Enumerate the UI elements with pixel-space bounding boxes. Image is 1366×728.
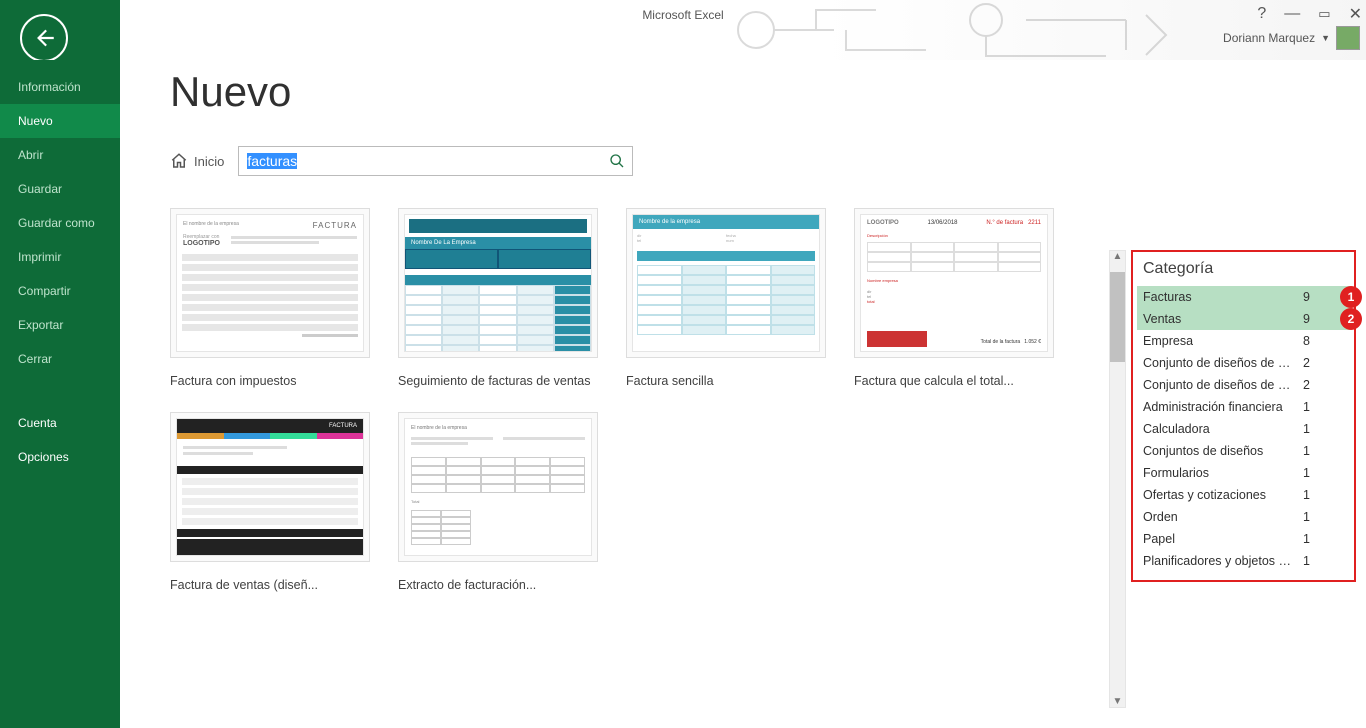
template-thumbnail[interactable]: Nombre de la empresadirtelfechanum: [626, 208, 826, 358]
category-count: 9: [1303, 312, 1310, 326]
category-name: Ofertas y cotizaciones: [1143, 488, 1266, 502]
home-label: Inicio: [194, 154, 224, 169]
template-caption: Factura con impuestos: [170, 374, 380, 388]
category-item[interactable]: Conjuntos de diseños 1: [1137, 440, 1350, 462]
search-box: [238, 146, 633, 176]
gallery-scrollbar[interactable]: ▲ ▼: [1109, 250, 1126, 708]
template-thumbnail[interactable]: LOGOTIPO13/06/2018N.° de factura 2211Des…: [854, 208, 1054, 358]
category-count: 1: [1303, 466, 1310, 480]
category-name: Facturas: [1143, 290, 1192, 304]
page-title: Nuevo: [170, 68, 1366, 116]
category-count: 1: [1303, 444, 1310, 458]
sidebar-item-options[interactable]: Opciones: [0, 440, 120, 474]
category-item[interactable]: Calculadora 1: [1137, 418, 1350, 440]
category-item[interactable]: Empresa 8: [1137, 330, 1350, 352]
category-count: 1: [1303, 510, 1310, 524]
category-name: Conjunto de diseños de deg...: [1143, 378, 1293, 392]
category-count: 9: [1303, 290, 1310, 304]
category-item[interactable]: Facturas91: [1137, 286, 1350, 308]
category-count: 1: [1303, 554, 1310, 568]
template-card[interactable]: FACTURA Factura de ventas (diseñ...: [170, 412, 380, 592]
category-count: 1: [1303, 532, 1310, 546]
sidebar-item-close[interactable]: Cerrar: [0, 342, 120, 376]
avatar[interactable]: [1336, 26, 1360, 50]
template-caption: Extracto de facturación...: [398, 578, 608, 592]
category-count: 1: [1303, 400, 1310, 414]
category-count: 2: [1303, 378, 1310, 392]
user-dropdown-icon[interactable]: ▼: [1321, 33, 1330, 43]
category-name: Empresa: [1143, 334, 1193, 348]
category-item[interactable]: Ofertas y cotizaciones 1: [1137, 484, 1350, 506]
help-icon[interactable]: ?: [1257, 5, 1266, 23]
category-name: Ventas: [1143, 312, 1181, 326]
sidebar-item-share[interactable]: Compartir: [0, 274, 120, 308]
template-caption: Factura de ventas (diseñ...: [170, 578, 380, 592]
search-input[interactable]: [247, 153, 606, 169]
category-name: Administración financiera: [1143, 400, 1283, 414]
category-item[interactable]: Conjunto de diseños de deg... 2: [1137, 374, 1350, 396]
category-count: 1: [1303, 422, 1310, 436]
sidebar-item-save[interactable]: Guardar: [0, 172, 120, 206]
home-breadcrumb[interactable]: Inicio: [170, 152, 224, 170]
decorative-circuit: [726, 0, 1246, 60]
template-thumbnail[interactable]: El nombre de la empresaTotal: [398, 412, 598, 562]
template-caption: Factura que calcula el total...: [854, 374, 1064, 388]
category-item[interactable]: Conjunto de diseños de deg... 2: [1137, 352, 1350, 374]
template-card[interactable]: Nombre de la empresadirtelfechanum Factur…: [626, 208, 836, 388]
template-card[interactable]: Nombre De La Empresa Seguimiento de factu…: [398, 208, 608, 388]
minimize-icon[interactable]: —: [1284, 5, 1300, 23]
category-count: 2: [1303, 356, 1310, 370]
category-count: 1: [1303, 488, 1310, 502]
category-item[interactable]: Planificadores y objetos de... 1: [1137, 550, 1350, 572]
category-name: Formularios: [1143, 466, 1209, 480]
annotation-badge: 2: [1340, 308, 1362, 330]
close-icon[interactable]: ✕: [1349, 4, 1362, 24]
category-count: 8: [1303, 334, 1310, 348]
template-caption: Seguimiento de facturas de ventas: [398, 374, 608, 388]
user-name[interactable]: Doriann Marquez: [1223, 31, 1315, 45]
app-title: Microsoft Excel: [0, 8, 1366, 22]
template-thumbnail[interactable]: Nombre De La Empresa: [398, 208, 598, 358]
sidebar-item-info[interactable]: Información: [0, 70, 120, 104]
category-item[interactable]: Orden 1: [1137, 506, 1350, 528]
category-name: Planificadores y objetos de...: [1143, 554, 1293, 568]
category-item[interactable]: Papel 1: [1137, 528, 1350, 550]
search-icon: [609, 153, 625, 169]
category-name: Conjuntos de diseños: [1143, 444, 1263, 458]
template-card[interactable]: LOGOTIPO13/06/2018N.° de factura 2211Des…: [854, 208, 1064, 388]
category-item[interactable]: Formularios 1: [1137, 462, 1350, 484]
category-name: Papel: [1143, 532, 1175, 546]
template-caption: Factura sencilla: [626, 374, 836, 388]
back-button[interactable]: [20, 14, 68, 62]
category-item[interactable]: Ventas92: [1137, 308, 1350, 330]
category-item[interactable]: Administración financiera 1: [1137, 396, 1350, 418]
sidebar-item-open[interactable]: Abrir: [0, 138, 120, 172]
scroll-up-icon[interactable]: ▲: [1110, 251, 1125, 262]
category-title: Categoría: [1137, 256, 1350, 286]
template-card[interactable]: El nombre de la empresaFACTURAReemplazar…: [170, 208, 380, 388]
search-button[interactable]: [606, 150, 628, 172]
category-name: Orden: [1143, 510, 1178, 524]
sidebar: InformaciónNuevoAbrirGuardarGuardar como…: [0, 60, 120, 728]
scrollbar-thumb[interactable]: [1110, 272, 1125, 362]
sidebar-item-print[interactable]: Imprimir: [0, 240, 120, 274]
sidebar-item-new[interactable]: Nuevo: [0, 104, 120, 138]
annotation-badge: 1: [1340, 286, 1362, 308]
scroll-down-icon[interactable]: ▼: [1110, 696, 1125, 707]
template-thumbnail[interactable]: El nombre de la empresaFACTURAReemplazar…: [170, 208, 370, 358]
sidebar-item-saveas[interactable]: Guardar como: [0, 206, 120, 240]
restore-icon[interactable]: ▭: [1318, 6, 1330, 22]
template-thumbnail[interactable]: FACTURA: [170, 412, 370, 562]
category-name: Conjunto de diseños de deg...: [1143, 356, 1293, 370]
category-panel: Categoría Facturas 9 1 Ventas 9 2 Empresa 8 Conj…: [1131, 250, 1356, 582]
home-icon: [170, 152, 188, 170]
sidebar-item-export[interactable]: Exportar: [0, 308, 120, 342]
sidebar-item-account[interactable]: Cuenta: [0, 406, 120, 440]
category-name: Calculadora: [1143, 422, 1210, 436]
template-card[interactable]: El nombre de la empresaTotal Extracto de …: [398, 412, 608, 592]
